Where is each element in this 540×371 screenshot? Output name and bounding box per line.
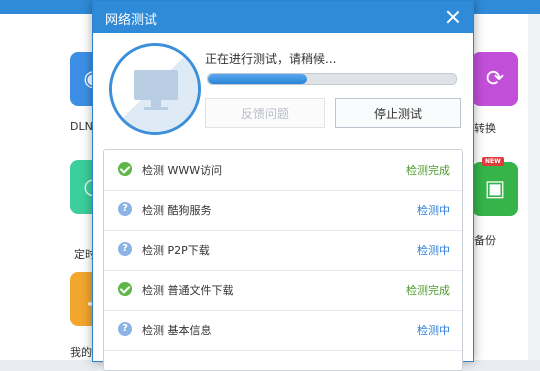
list-item: 检测 WWW访问 检测完成 xyxy=(104,150,462,191)
tile-backup-label: 备份 xyxy=(474,234,496,247)
tile-convert[interactable]: ⟳ xyxy=(472,52,518,106)
test-label: 检测 基本信息 xyxy=(142,324,212,337)
tile-my-music-label: 我的 xyxy=(70,346,92,359)
network-test-dialog: 网络测试 正在进行测试，请稍候... 反馈问题 停止测试 检测 WWW访问 检测… xyxy=(92,0,474,371)
new-badge: NEW xyxy=(482,157,504,166)
test-label: 检测 P2P下载 xyxy=(142,244,210,257)
progress-fill xyxy=(208,74,308,84)
test-label: 检测 酷狗服务 xyxy=(142,204,212,217)
feedback-button[interactable]: 反馈问题 xyxy=(205,98,325,128)
list-item: ? 检测 酷狗服务 检测中 xyxy=(104,190,462,231)
dialog-title: 网络测试 xyxy=(105,13,158,28)
check-icon xyxy=(118,162,132,176)
tile-convert-label: 转换 xyxy=(474,122,496,135)
background-right-strip xyxy=(528,14,540,360)
test-list: 检测 WWW访问 检测完成 ? 检测 酷狗服务 检测中 ? 检测 P2P下载 检… xyxy=(103,149,463,371)
test-label: 检测 普通文件下载 xyxy=(142,284,234,297)
test-status: 检测中 xyxy=(417,204,450,217)
question-icon: ? xyxy=(118,202,132,216)
progress-bar xyxy=(207,73,457,85)
list-item: 检测 普通文件下载 检测完成 xyxy=(104,270,462,311)
background-left-strip xyxy=(0,14,31,360)
check-icon xyxy=(118,282,132,296)
test-status: 检测中 xyxy=(417,324,450,337)
tile-dlna-label: DLN xyxy=(70,120,93,133)
close-icon[interactable] xyxy=(443,7,463,27)
tile-backup[interactable]: ▣ xyxy=(472,162,518,216)
list-item: ? 检测 P2P下载 检测中 xyxy=(104,230,462,271)
convert-icon: ⟳ xyxy=(485,66,505,92)
question-icon: ? xyxy=(118,242,132,256)
status-text: 正在进行测试，请稍候... xyxy=(205,52,337,66)
stop-test-button[interactable]: 停止测试 xyxy=(335,98,461,128)
question-icon: ? xyxy=(118,322,132,336)
test-status: 检测中 xyxy=(417,244,450,257)
dialog-titlebar: 网络测试 xyxy=(93,1,473,33)
test-label: 检测 WWW访问 xyxy=(142,164,223,177)
monitor-icon xyxy=(109,43,201,135)
test-status: 检测完成 xyxy=(406,164,450,177)
backup-icon: ▣ xyxy=(484,176,506,202)
test-status: 检测完成 xyxy=(406,284,450,297)
list-item: ? 检测 基本信息 检测中 xyxy=(104,310,462,351)
